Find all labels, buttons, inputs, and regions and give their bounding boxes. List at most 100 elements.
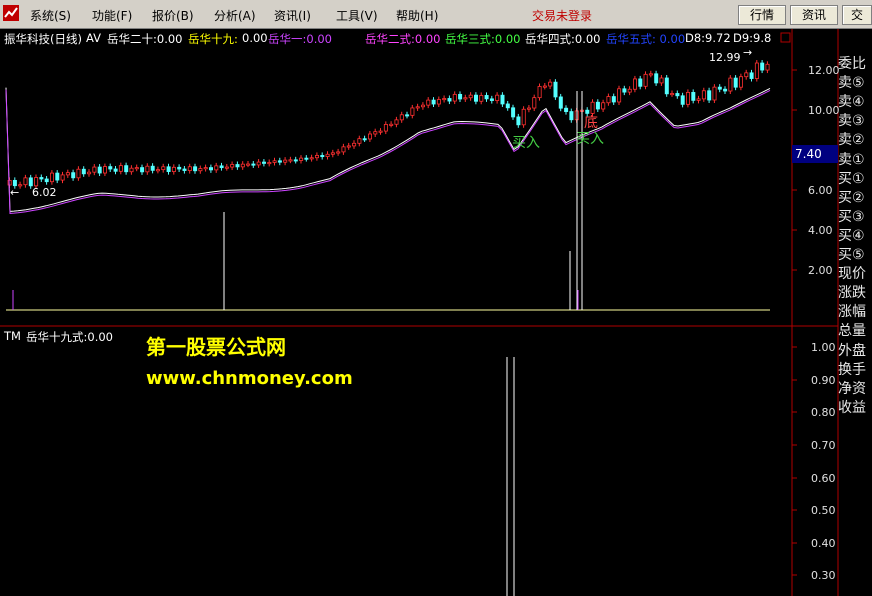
price-tick-label: 10.00 [808, 104, 840, 117]
candle-body [309, 157, 314, 160]
candle-body [654, 73, 659, 84]
menu-tools[interactable]: 工具(V) [336, 7, 378, 24]
candle-body [346, 145, 351, 148]
legend-item-3: 岳华三式:0.00 [445, 32, 521, 46]
candle-body [442, 98, 447, 101]
candle-body [601, 102, 606, 110]
ma-line-white [5, 87, 771, 212]
side-panel-item[interactable]: 买② [838, 187, 872, 207]
price-tick-label: 2.00 [808, 264, 833, 277]
side-panel-item[interactable]: 总量 [838, 320, 872, 340]
candle-body [701, 90, 706, 100]
menu-analysis[interactable]: 分析(A) [214, 7, 256, 24]
moving-averages [5, 87, 771, 214]
menu-system[interactable]: 系统(S) [30, 7, 71, 24]
candle-body [39, 177, 44, 180]
candle-body [458, 93, 463, 100]
candle-body [118, 165, 123, 172]
panel-close-icon[interactable] [780, 32, 791, 43]
side-panel-item[interactable]: 卖⑤ [838, 72, 872, 92]
side-panel-item[interactable]: 卖③ [838, 110, 872, 130]
indicator-tick-label: 0.30 [811, 569, 836, 582]
side-panel-item[interactable]: 涨跌 [838, 282, 872, 302]
candle-body [405, 114, 410, 117]
trade-status[interactable]: 交易未登录 [532, 7, 592, 24]
candle-body [728, 77, 733, 92]
candle-body [161, 166, 166, 171]
candle-body [145, 165, 150, 173]
chart-area[interactable]: 12.0010.008.006.004.002.00 1.000.900.800… [0, 29, 872, 596]
candle-body [330, 152, 335, 155]
candle-body [362, 138, 367, 141]
indicator-tick-label: 0.90 [811, 374, 836, 387]
candle-body [638, 78, 643, 87]
candle-body [267, 162, 272, 165]
candle-body [606, 96, 611, 104]
side-panel-item[interactable]: 换手 [838, 359, 872, 379]
side-panel-item[interactable]: 现价 [838, 263, 872, 283]
side-panel-item[interactable]: 净资 [838, 378, 872, 398]
candle-body [675, 93, 680, 97]
candle-body [664, 77, 669, 95]
side-panel-item[interactable]: 外盘 [838, 340, 872, 360]
chart-canvas[interactable]: 12.0010.008.006.004.002.00 1.000.900.800… [0, 29, 872, 596]
candle-body [320, 155, 325, 158]
candle-body [235, 164, 240, 168]
candle-body [150, 165, 155, 171]
candle-body [299, 157, 304, 161]
candle-body [383, 123, 388, 132]
side-panel-item[interactable]: 委比 [838, 53, 872, 73]
candle-body [712, 86, 717, 101]
candle-body [166, 166, 171, 172]
menu-function[interactable]: 功能(F) [92, 7, 132, 24]
candle-body [256, 161, 261, 166]
indicator-tick-label: 0.80 [811, 406, 836, 419]
menu-quote[interactable]: 报价(B) [152, 7, 194, 24]
side-panel-item[interactable]: 买⑤ [838, 244, 872, 264]
legend-item-19: 岳华十九: [188, 32, 238, 46]
quote-button[interactable]: 行情 [738, 5, 786, 25]
candle-body [723, 88, 728, 92]
side-panel-item[interactable]: 买① [838, 168, 872, 188]
side-panel-item[interactable]: 买④ [838, 225, 872, 245]
candle-body [129, 167, 134, 173]
menu-help[interactable]: 帮助(H) [396, 7, 438, 24]
candle-body [569, 111, 574, 121]
candle-body [415, 106, 420, 109]
candle-body [659, 77, 664, 84]
high-price-label: 12.99 [709, 51, 741, 64]
candle-body [214, 165, 219, 171]
side-panel-item[interactable]: 卖② [838, 129, 872, 149]
indicator-tick-label: 0.70 [811, 439, 836, 452]
candle-body [50, 172, 55, 183]
candle-body [420, 104, 425, 108]
candle-body [617, 88, 622, 103]
candle-body [293, 159, 298, 162]
legend-d8: D8:9.72 [685, 31, 731, 45]
candle-body [171, 166, 176, 172]
app-logo-icon[interactable] [2, 4, 20, 22]
side-panel-item[interactable]: 卖① [838, 149, 872, 169]
candle-body [691, 92, 696, 101]
side-panel-item[interactable]: 卖④ [838, 91, 872, 111]
candle-body [60, 174, 65, 181]
candle-body [765, 63, 770, 71]
side-panel-item[interactable]: 涨幅 [838, 301, 872, 321]
candle-body [463, 97, 468, 100]
price-axis-ticks: 12.0010.008.006.004.002.00 [792, 64, 840, 277]
candle-body [696, 98, 701, 101]
candle-body [198, 168, 203, 172]
side-panel-item[interactable]: 买③ [838, 206, 872, 226]
trade-button[interactable]: 交 [842, 5, 872, 25]
candlesticks [7, 60, 770, 189]
candle-body [341, 146, 346, 153]
candle-body [44, 178, 49, 183]
candle-body [304, 157, 309, 160]
side-panel-item[interactable]: 收益 [838, 397, 872, 417]
info-button[interactable]: 资讯 [790, 5, 838, 25]
candle-body [548, 81, 553, 87]
candle-body [484, 95, 489, 100]
menu-info[interactable]: 资讯(I) [274, 7, 311, 24]
candle-body [643, 73, 648, 87]
candle-body [208, 167, 213, 171]
